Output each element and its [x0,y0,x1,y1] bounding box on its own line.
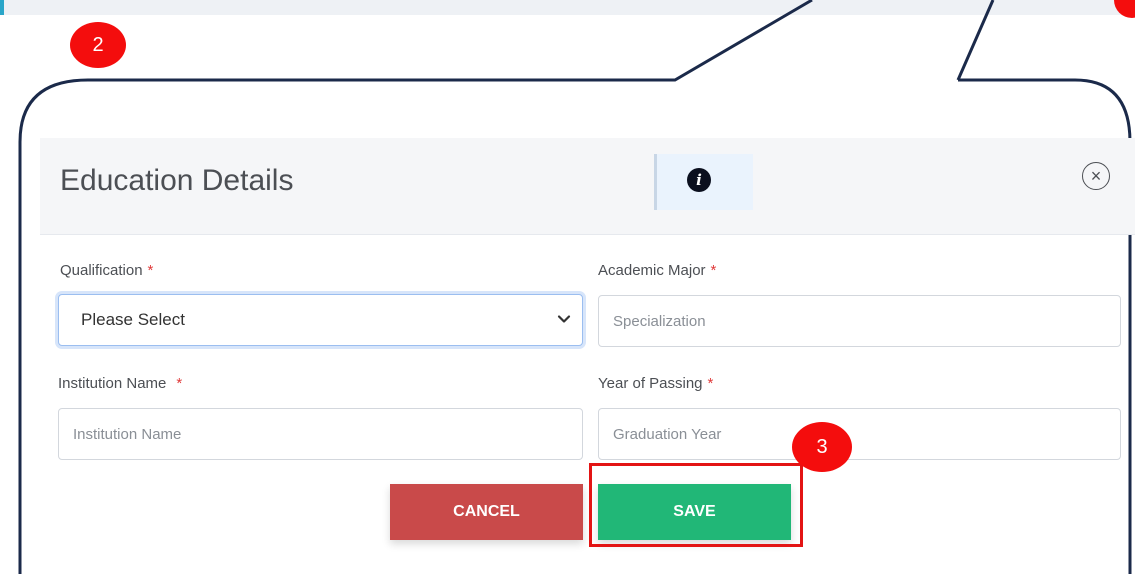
qualification-selected-value: Please Select [81,310,185,329]
required-asterisk: * [147,262,154,279]
info-tab[interactable]: i [654,154,753,210]
required-asterisk: * [707,375,714,392]
institution-name-label: Institution Name * [58,375,182,392]
chevron-down-icon [557,315,571,323]
qualification-label: Qualification * [60,262,153,279]
app-strip-accent [0,0,4,15]
academic-major-label: Academic Major * [598,262,716,279]
cancel-button[interactable]: CANCEL [390,484,583,540]
year-of-passing-label-text: Year of Passing [598,375,703,392]
step-badge-2: 2 [70,22,126,68]
academic-major-label-text: Academic Major [598,262,706,279]
modal-header: Education Details i × [40,138,1135,235]
institution-name-input[interactable] [58,408,583,460]
required-asterisk: * [710,262,717,279]
step-badge-3: 3 [792,422,852,472]
info-icon[interactable]: i [687,168,711,192]
academic-major-input[interactable] [598,295,1121,347]
background-app-strip [0,0,1135,15]
step-badge-partial [1114,0,1135,18]
close-icon[interactable]: × [1082,162,1110,190]
year-of-passing-label: Year of Passing * [598,375,713,392]
graduation-year-input[interactable] [598,408,1121,460]
qualification-label-text: Qualification [60,262,143,279]
qualification-select[interactable]: Please Select [58,294,583,346]
institution-name-label-text: Institution Name [58,375,167,392]
modal-title: Education Details [60,164,294,197]
required-asterisk: * [176,375,183,392]
save-button[interactable]: SAVE [598,484,791,540]
